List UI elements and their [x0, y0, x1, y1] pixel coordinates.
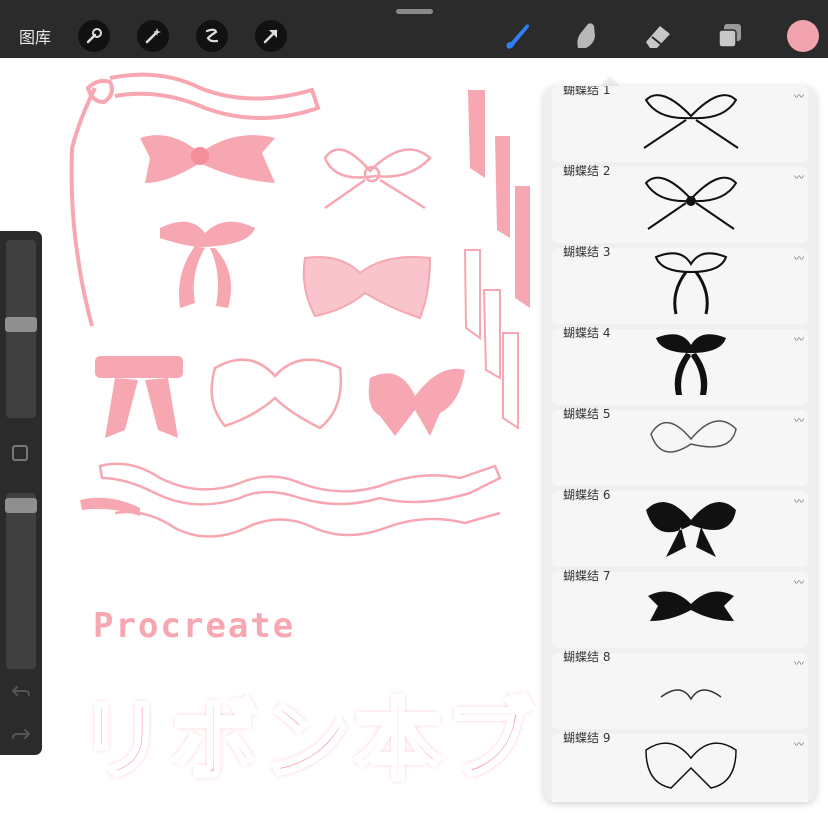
brush-library-panel: 蝴蝶结 1 〰 蝴蝶结 2 〰 蝴蝶结 3 〰 蝴蝶结 4 〰 蝴蝶结 5 〰 … — [544, 86, 816, 802]
undo-icon[interactable] — [11, 683, 31, 699]
brush-name: 蝴蝶结 3 — [563, 245, 611, 259]
brush-name: 蝴蝶结 5 — [563, 407, 611, 421]
brush-edit-icon[interactable]: 〰 — [794, 574, 804, 589]
brush-stroke-preview — [650, 420, 737, 453]
magic-wand-icon[interactable] — [137, 20, 169, 52]
toolbar-grabber[interactable] — [396, 9, 433, 14]
brush-stroke-preview — [645, 742, 737, 789]
modify-button[interactable] — [12, 445, 28, 461]
brush-stroke-preview — [643, 94, 739, 149]
brush-item[interactable]: 蝴蝶结 3 〰 — [552, 245, 808, 324]
brush-edit-icon[interactable]: 〰 — [794, 250, 804, 265]
brush-name: 蝴蝶结 2 — [563, 164, 611, 178]
color-swatch[interactable] — [787, 20, 819, 52]
brush-item[interactable]: 蝴蝶结 4 〰 — [552, 326, 808, 405]
brush-stroke-preview — [644, 176, 738, 230]
brush-item[interactable]: 蝴蝶结 5 〰 — [552, 407, 808, 486]
brush-item[interactable]: 蝴蝶结 2 〰 — [552, 164, 808, 243]
brush-edit-icon[interactable]: 〰 — [794, 88, 804, 103]
selection-icon[interactable] — [196, 20, 228, 52]
opacity-thumb[interactable] — [5, 498, 37, 513]
panel-caret — [600, 76, 620, 86]
brush-item[interactable]: 蝴蝶结 6 〰 — [552, 488, 808, 567]
smudge-icon[interactable] — [568, 18, 604, 54]
brush-stroke-preview — [660, 689, 722, 701]
brush-stroke-preview — [656, 334, 726, 395]
brush-item[interactable]: 蝴蝶结 7 〰 — [552, 569, 808, 648]
brush-edit-icon[interactable]: 〰 — [794, 655, 804, 670]
brush-name: 蝴蝶结 7 — [563, 569, 611, 583]
brush-name: 蝴蝶结 9 — [563, 731, 611, 745]
transform-arrow-icon[interactable] — [255, 20, 287, 52]
brush-item[interactable]: 蝴蝶结 1 〰 — [552, 86, 808, 162]
brush-edit-icon[interactable]: 〰 — [794, 331, 804, 346]
brush-edit-icon[interactable]: 〰 — [794, 412, 804, 427]
brush-name: 蝴蝶结 8 — [563, 650, 611, 664]
brand-label: Procreate — [93, 606, 296, 646]
brush-edit-icon[interactable]: 〰 — [794, 736, 804, 751]
opacity-slider[interactable] — [6, 493, 36, 669]
brush-item[interactable]: 蝴蝶结 9 〰 — [552, 731, 808, 802]
eraser-icon[interactable] — [640, 18, 676, 54]
brush-icon[interactable] — [499, 18, 535, 54]
brush-edit-icon[interactable]: 〰 — [794, 169, 804, 184]
redo-icon[interactable] — [11, 726, 31, 742]
brush-stroke-preview — [648, 591, 734, 621]
brush-size-thumb[interactable] — [5, 317, 37, 332]
brush-name: 蝴蝶结 6 — [563, 488, 611, 502]
brush-name: 蝴蝶结 1 — [563, 86, 611, 97]
brush-item[interactable]: 蝴蝶结 8 〰 — [552, 650, 808, 729]
brush-edit-icon[interactable]: 〰 — [794, 493, 804, 508]
brush-name: 蝴蝶结 4 — [563, 326, 611, 340]
top-toolbar: 图库 — [0, 0, 828, 58]
left-sidebar — [0, 231, 42, 755]
brush-stroke-preview — [646, 502, 736, 557]
gallery-button[interactable]: 图库 — [19, 24, 51, 48]
brush-stroke-preview — [654, 252, 728, 315]
wrench-icon[interactable] — [78, 20, 110, 52]
layers-icon[interactable] — [712, 18, 748, 54]
